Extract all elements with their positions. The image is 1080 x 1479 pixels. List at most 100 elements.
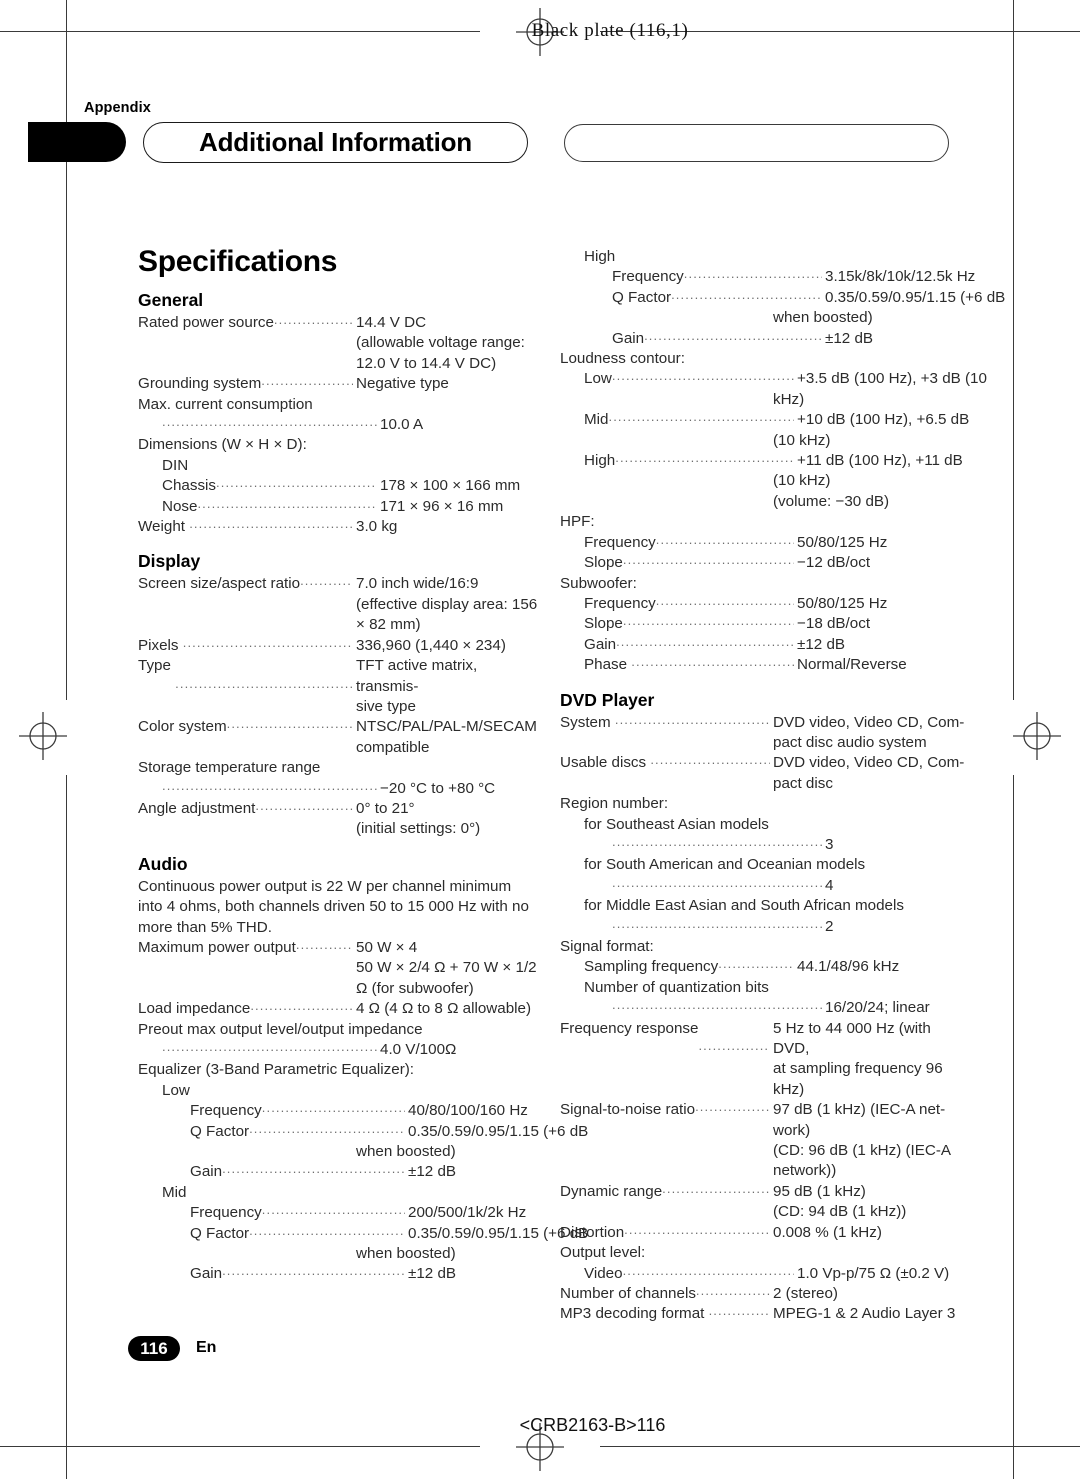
spec-value: 178 × 100 × 166 mm (380, 477, 521, 495)
spec-row: Angle adjustment 0° to 21° (138, 799, 538, 819)
spec-row: Rated power source 14.4 V DC (138, 313, 538, 333)
dot-leader (615, 451, 794, 471)
spec-value: NTSC/PAL/PAL-M/SECAM (356, 718, 537, 736)
print-code-text: <CRB2163-B>116 (519, 1415, 666, 1435)
dot-leader (175, 656, 353, 697)
spec-value: DVD video, Video CD, Com- (773, 754, 965, 772)
spec-row: Gain ±12 dB (560, 635, 989, 655)
dot-leader (197, 497, 377, 517)
dot-leader (612, 917, 822, 937)
dot-leader (718, 957, 794, 977)
dot-leader (623, 614, 794, 634)
spec-value: +10 dB (100 Hz), +6.5 dB (797, 411, 970, 429)
black-plate-text: Black plate (116,1) (531, 20, 689, 41)
spec-value-continuation: kHz) (773, 390, 805, 408)
spec-value: 14.4 V DC (356, 314, 427, 331)
spec-row: Chassis 178 × 100 × 166 mm (138, 476, 562, 496)
chapter-title: Additional Information (199, 127, 472, 157)
spec-text: Low (162, 1081, 190, 1099)
section-heading: General (138, 290, 204, 310)
spec-row: Grounding system Negative type (138, 374, 538, 394)
spec-value: +11 dB (100 Hz), +11 dB (797, 452, 963, 470)
spec-value: 5 Hz to 44 000 Hz (with DVD, (773, 1019, 931, 1058)
dot-leader (616, 635, 794, 655)
spec-label: System (560, 713, 615, 731)
spec-text: for South American and Oceanian models (584, 856, 866, 874)
spec-value-continuation: (effective display area: 156 (356, 595, 538, 613)
dot-leader (612, 835, 822, 855)
spec-value: Negative type (356, 375, 449, 393)
dot-leader (671, 288, 822, 308)
spec-label: Q Factor (190, 1224, 250, 1242)
spec-row: Frequency 50/80/125 Hz (560, 533, 989, 553)
spec-text: for Middle East Asian and South African … (584, 897, 904, 915)
dot-leader (624, 1223, 770, 1243)
spec-row: Type TFT active matrix, transmis- (138, 656, 538, 697)
spec-value-continuation: (initial settings: 0°) (356, 820, 481, 838)
spec-row: Slope −18 dB/oct (560, 614, 989, 634)
dot-leader (662, 1182, 770, 1202)
spec-label: Phase (584, 656, 632, 674)
spec-value-continuation: (CD: 94 dB (1 kHz)) (773, 1203, 907, 1221)
spec-text: Signal format: (560, 938, 654, 955)
spec-value-continuation: compatible (356, 738, 430, 756)
dot-leader (250, 999, 353, 1019)
dot-leader (650, 753, 770, 773)
spec-label: Rated power source (138, 314, 274, 331)
spec-label: Weight (138, 518, 190, 536)
dot-leader (684, 267, 822, 287)
page-number-badge: 116 (128, 1336, 180, 1361)
left-column: Specifications General Rated power source… (138, 247, 588, 1285)
spec-value-continuation: Ω (for subwoofer) (356, 979, 474, 997)
spec-text: for Southeast Asian models (584, 815, 769, 833)
spec-row: Low +3.5 dB (100 Hz), +3 dB (10 (560, 369, 989, 389)
spec-row: Load impedance 4 Ω (4 Ω to 8 Ω allowable) (138, 999, 538, 1019)
dot-leader (695, 1100, 770, 1120)
trim-line-right (1013, 0, 1015, 700)
chapter-title-pill: Additional Information (143, 122, 528, 163)
trim-line-bottom-right (600, 1446, 1080, 1448)
spec-text: Preout max output level/output impedance (138, 1020, 423, 1038)
spec-label: Q Factor (612, 288, 672, 306)
spec-value: ±12 dB (797, 635, 846, 653)
spec-label: Frequency (612, 268, 684, 286)
spec-value: 336,960 (1,440 × 234) (356, 636, 506, 654)
spec-label: Type (138, 657, 176, 675)
spec-value: 171 × 96 × 16 mm (380, 497, 504, 515)
spec-text: Number of quantization bits (584, 978, 769, 996)
spec-row: Video 1.0 Vp-p/75 Ω (±0.2 V) (560, 1264, 989, 1284)
spec-value: −18 dB/oct (797, 615, 871, 633)
spec-value-continuation: (CD: 96 dB (1 kHz) (IEC-A (773, 1142, 952, 1160)
spec-row: Usable discs DVD video, Video CD, Com- (560, 753, 965, 773)
spec-row: Frequency 3.15k/8k/10k/12.5k Hz (560, 267, 1017, 287)
spec-value: TFT active matrix, transmis- (356, 657, 478, 695)
manual-page: Black plate (116,1) Appendix Additional … (0, 0, 1080, 1479)
left-column-body: General Rated power source 14.4 V DC (allow… (138, 290, 588, 1285)
spec-label: Gain (584, 635, 617, 653)
spec-label: Low (584, 370, 612, 388)
spec-label: Chassis (162, 477, 217, 495)
spec-value: 50/80/125 Hz (797, 594, 888, 612)
spec-value: 4 Ω (4 Ω to 8 Ω allowable) (356, 1000, 532, 1018)
spec-value: 44.1/48/96 kHz (797, 958, 900, 976)
spec-value: 3 (825, 835, 834, 853)
spec-value-continuation: at sampling frequency 96 (773, 1060, 943, 1078)
print-code-footer: <CRB2163-B>116 (0, 1415, 1080, 1436)
spec-label: Dynamic range (560, 1182, 663, 1200)
spec-value: 10.0 A (380, 416, 424, 434)
spec-text: Subwoofer: (560, 574, 637, 592)
spec-row: 2 (560, 917, 1017, 937)
dot-leader (162, 415, 377, 435)
section-heading: DVD Player (560, 689, 655, 710)
spec-value: 50/80/125 Hz (797, 533, 888, 551)
spec-label: Gain (612, 329, 645, 347)
appendix-label: Appendix (84, 100, 151, 116)
dot-leader (162, 1040, 377, 1060)
spec-value: 1.0 Vp-p/75 Ω (±0.2 V) (797, 1264, 950, 1282)
registration-mark-right (1013, 712, 1061, 760)
spec-row: Nose 171 × 96 × 16 mm (138, 497, 562, 517)
spec-value-continuation: (volume: −30 dB) (773, 492, 890, 510)
spec-row: Frequency 50/80/125 Hz (560, 594, 989, 614)
spec-row: Gain ±12 dB (560, 329, 1017, 349)
dot-leader (249, 1224, 405, 1244)
